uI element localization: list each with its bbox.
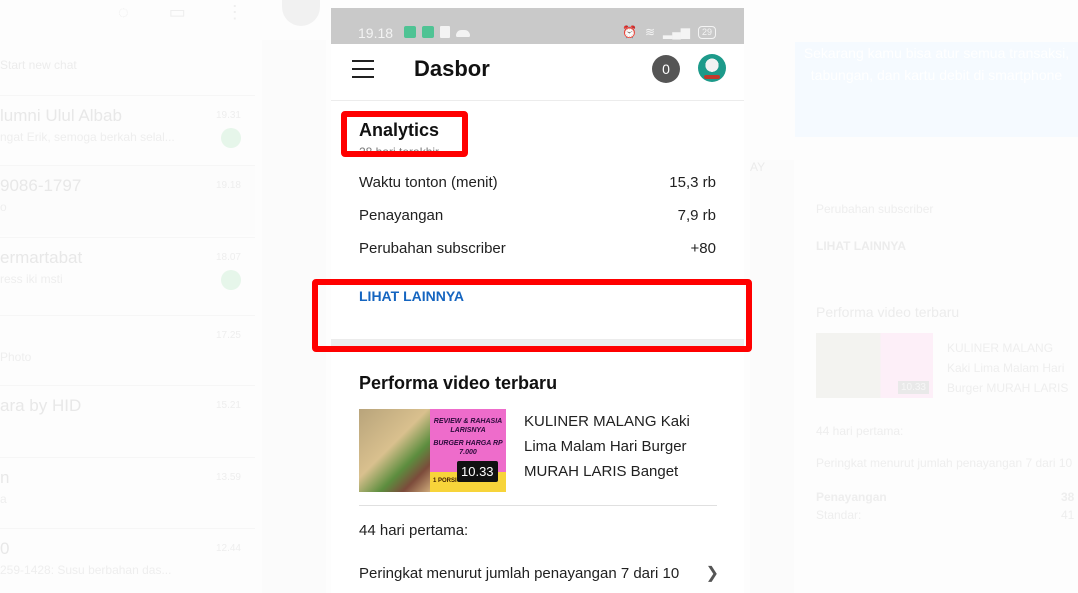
background-chat-item: ermartabat ress iki msti 18.07: [0, 237, 255, 307]
background-panel: [262, 40, 326, 593]
metric-label: Perubahan subscriber: [359, 240, 506, 257]
chat-icon: ▭: [168, 2, 186, 22]
metric-label: Waktu tonton (menit): [359, 174, 498, 191]
background-avatar: [282, 0, 320, 26]
unread-badge: [221, 128, 241, 148]
status-icon: ◌: [118, 2, 129, 22]
wifi-icon: ≋: [644, 25, 656, 39]
chevron-right-icon: ❯: [705, 565, 719, 582]
background-toolbar: ◌ ▭ ⋮: [118, 2, 244, 23]
status-time: 19.18: [358, 25, 394, 41]
background-side-strip: AY: [750, 160, 794, 593]
metric-value: 15,3 rb: [669, 174, 716, 191]
background-chat-item: lumni Ulul Albab ngat Erik, semoga berka…: [0, 95, 255, 165]
background-banner: Sekarang kamu bisa atur semua transaksi,…: [795, 42, 1078, 137]
video-thumbnail[interactable]: REVIEW & RAHASIA LARISNYA BURGER HARGA R…: [359, 409, 506, 492]
metric-value: 7,9 rb: [677, 207, 716, 224]
first-days-label: 44 hari pertama:: [359, 522, 469, 539]
avatar[interactable]: [698, 54, 726, 82]
analytics-title: Analytics: [359, 120, 440, 140]
metric-row: Perubahan subscriber +80: [359, 232, 716, 265]
shopping-bag-icon: [440, 26, 450, 38]
background-chat-item: n a 13.59: [0, 457, 255, 527]
background-chat-item: Photo 17.25: [0, 315, 255, 385]
background-chat-item: 0 259-1428: Susu berbahan das... 12.44: [0, 528, 255, 593]
message-notification-icon: [404, 26, 416, 38]
background-hint: Start new chat: [0, 58, 77, 72]
unread-badge: [221, 270, 241, 290]
phone-screen: 19.18 ⏰ ≋ ▂▄▆ 29 Dasbor 0 Analytics 28 h…: [331, 8, 744, 593]
notification-icons: [404, 26, 470, 38]
background-thumbnail: 10.33: [816, 333, 933, 398]
performance-title: Performa video terbaru: [359, 373, 558, 393]
page-title: Dasbor: [414, 56, 490, 81]
background-chat-list: ◌ ▭ ⋮ Start new chat lumni Ulul Albab ng…: [0, 0, 260, 593]
rank-row[interactable]: Peringkat menurut jumlah penayangan 7 da…: [359, 563, 719, 583]
metric-value: +80: [690, 240, 716, 257]
cloud-icon: [456, 29, 470, 37]
alarm-icon: ⏰: [622, 25, 637, 39]
background-app-copy: Sekarang kamu bisa atur semua transaksi,…: [795, 0, 1078, 593]
background-chat-item: 9086-1797 o 19.18: [0, 165, 255, 235]
notification-badge[interactable]: 0: [652, 55, 680, 83]
status-bar: 19.18 ⏰ ≋ ▂▄▆ 29: [331, 8, 744, 44]
analytics-card: Analytics 28 hari terakhir Waktu tonton …: [331, 120, 744, 308]
signal-icon: ▂▄▆: [663, 25, 690, 39]
video-title: KULINER MALANG Kaki Lima Malam Hari Burg…: [524, 413, 690, 480]
analytics-period: 28 hari terakhir: [359, 146, 440, 159]
more-icon: ⋮: [225, 2, 244, 22]
app-notification-icon: [422, 26, 434, 38]
video-item[interactable]: REVIEW & RAHASIA LARISNYA BURGER HARGA R…: [359, 409, 717, 506]
screenshot-stage: ◌ ▭ ⋮ Start new chat lumni Ulul Albab ng…: [0, 0, 1078, 593]
see-more-button[interactable]: LIHAT LAINNYA: [359, 288, 716, 308]
app-bar: Dasbor 0: [331, 44, 744, 101]
menu-icon[interactable]: [352, 60, 374, 78]
battery-icon: 29: [697, 25, 716, 39]
metric-row: Waktu tonton (menit) 15,3 rb: [359, 166, 716, 199]
section-divider: [331, 339, 744, 347]
recent-video-performance-card: Performa video terbaru REVIEW & RAHASIA …: [331, 373, 744, 583]
video-duration: 10.33: [457, 461, 498, 482]
analytics-metrics: Waktu tonton (menit) 15,3 rb Penayangan …: [359, 166, 716, 265]
system-icons: ⏰ ≋ ▂▄▆ 29: [622, 25, 716, 39]
metric-row: Penayangan 7,9 rb: [359, 199, 716, 232]
rank-text: Peringkat menurut jumlah penayangan 7 da…: [359, 564, 680, 582]
metric-label: Penayangan: [359, 207, 444, 224]
background-chat-item: ara by HID 15.21: [0, 385, 255, 455]
